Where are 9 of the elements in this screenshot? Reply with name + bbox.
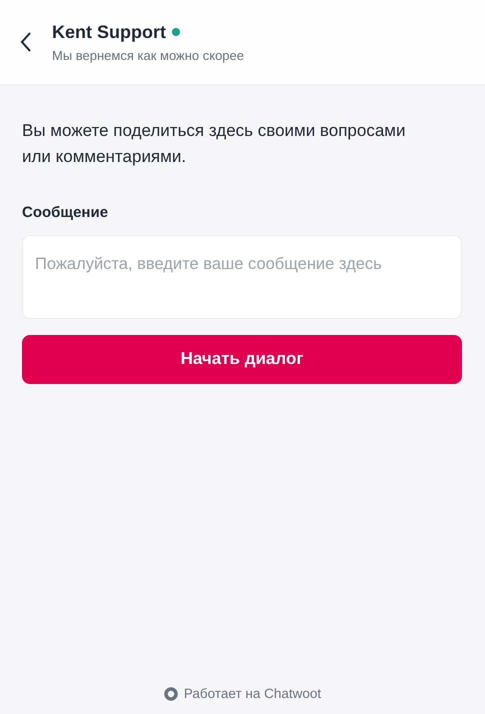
start-conversation-button[interactable]: Начать диалог [22,334,462,384]
message-field[interactable]: Пожалуйста, введите ваше сообщение здесь [22,234,462,318]
powered-by-link[interactable]: Работает на Chatwoot [184,684,322,704]
message-label: Сообщение [22,203,110,223]
chatwoot-logo-icon [164,686,178,701]
chat-subtitle: Мы вернемся как можно скорее [52,46,244,65]
intro-text: Вы можете поделиться здесь своими вопросами или комментариями. [22,120,406,168]
back-icon [20,32,32,52]
chat-title: Kent Support [52,20,166,44]
